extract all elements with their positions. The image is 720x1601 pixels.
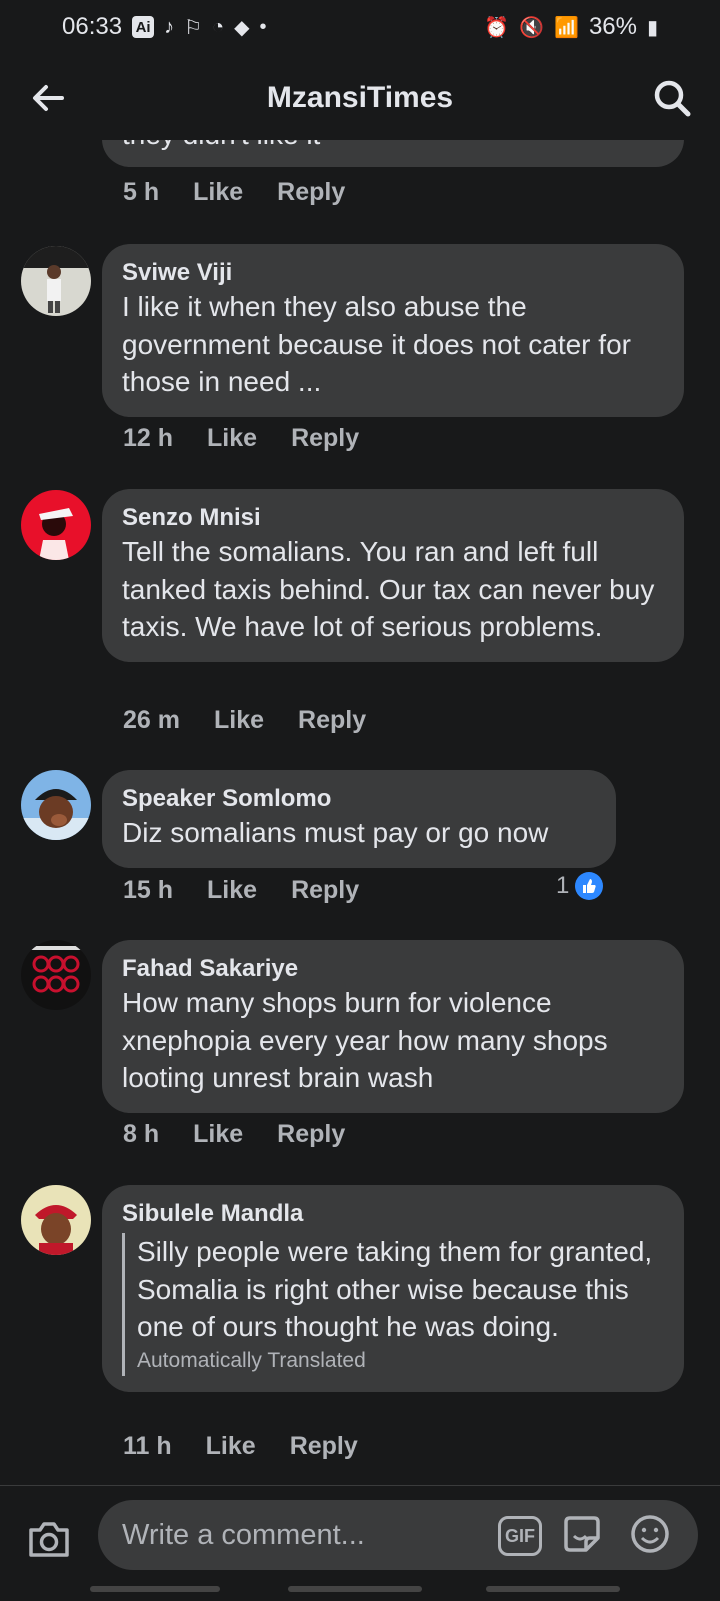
avatar[interactable] xyxy=(21,770,91,840)
comment-text: How many shops burn for violence xnephop… xyxy=(122,987,608,1093)
like-button[interactable]: Like xyxy=(193,178,243,207)
app-bar: MzansiTimes xyxy=(0,56,720,140)
comment-actions: 12 h Like Reply xyxy=(123,424,359,453)
status-bar: 06:33 Ai ♪ ⚐ ◔ ◆ • ⏰ 🔇 📶 36% ▮ xyxy=(0,0,720,54)
emoji-icon[interactable] xyxy=(628,1512,672,1556)
alarm-icon: ⏰ xyxy=(484,16,510,39)
reply-button[interactable]: Reply xyxy=(291,424,359,453)
comment-actions: 11 h Like Reply xyxy=(123,1432,358,1461)
comment-author[interactable]: Sibulele Mandla xyxy=(122,1199,664,1229)
comment-composer: GIF xyxy=(0,1485,720,1601)
like-button[interactable]: Like xyxy=(206,1432,256,1461)
page-title: MzansiTimes xyxy=(266,81,454,114)
comment-author[interactable]: Speaker Somlomo xyxy=(122,784,596,814)
messenger-icon: ◔ xyxy=(212,15,225,38)
comment-bubble[interactable]: Fahad Sakariye How many shops burn for v… xyxy=(102,940,684,1113)
tiktok-icon: ♪ xyxy=(164,15,175,38)
nav-bar-segment xyxy=(288,1586,422,1592)
wifi-icon: 📶 xyxy=(554,16,579,39)
reply-button[interactable]: Reply xyxy=(290,1432,358,1461)
camera-icon[interactable] xyxy=(26,1516,72,1562)
reaction-count: 1 xyxy=(556,872,570,899)
like-button[interactable]: Like xyxy=(193,1120,243,1149)
comment-actions: 8 h Like Reply xyxy=(123,1120,345,1149)
comment-author[interactable]: Fahad Sakariye xyxy=(122,954,664,984)
comment-time: 26 m xyxy=(123,706,180,734)
comment-text: they didn't like it xyxy=(122,140,664,154)
like-button[interactable]: Like xyxy=(214,706,264,735)
comment-time: 5 h xyxy=(123,178,160,206)
like-button[interactable]: Like xyxy=(207,424,257,453)
comment-time: 11 h xyxy=(123,1432,172,1460)
comment-time: 15 h xyxy=(123,876,174,904)
nav-bar-segment xyxy=(90,1586,220,1592)
avatar[interactable] xyxy=(21,490,91,560)
avatar[interactable] xyxy=(21,940,91,1010)
comment-actions: 26 m Like Reply xyxy=(123,706,366,735)
avatar[interactable] xyxy=(21,246,91,316)
comment-input[interactable] xyxy=(120,1517,484,1553)
app-notification-icon: ◆ xyxy=(234,16,250,39)
nav-bar-segment xyxy=(486,1586,620,1592)
mute-icon: 🔇 xyxy=(519,16,545,39)
comment-actions: 15 h Like Reply xyxy=(123,876,359,905)
battery-level: 36% xyxy=(588,13,637,40)
ai-app-icon: Ai xyxy=(132,16,155,38)
reaction-summary[interactable]: 1 xyxy=(556,872,604,900)
comment-input-box[interactable]: GIF xyxy=(98,1500,698,1570)
reply-button[interactable]: Reply xyxy=(277,1120,345,1149)
comment-time: 8 h xyxy=(123,1120,160,1148)
reply-button[interactable]: Reply xyxy=(277,178,345,207)
like-button[interactable]: Like xyxy=(207,876,257,905)
reply-button[interactable]: Reply xyxy=(298,706,366,735)
battery-icon: ▮ xyxy=(646,16,658,39)
gif-button[interactable]: GIF xyxy=(498,1516,542,1556)
comment-author[interactable]: Senzo Mnisi xyxy=(122,503,664,533)
comment-actions: 5 h Like Reply xyxy=(123,178,345,207)
sticker-icon[interactable] xyxy=(560,1512,604,1556)
comment-time: 12 h xyxy=(123,424,174,452)
thumbs-up-icon xyxy=(575,872,604,900)
comment-bubble[interactable]: Senzo Mnisi Tell the somalians. You ran … xyxy=(102,489,684,662)
status-time: 06:33 xyxy=(62,13,123,40)
comment-text: Tell the somalians. You ran and left ful… xyxy=(122,536,655,642)
comment-bubble[interactable]: Sibulele Mandla Silly people were taking… xyxy=(102,1185,684,1392)
search-icon[interactable] xyxy=(650,76,694,120)
back-arrow-icon[interactable] xyxy=(26,76,70,120)
reply-button[interactable]: Reply xyxy=(291,876,359,905)
comment-bubble[interactable]: Speaker Somlomo Diz somalians must pay o… xyxy=(102,770,616,868)
translated-block: Silly people were taking them for grante… xyxy=(122,1233,664,1376)
comment-text: I like it when they also abuse the gover… xyxy=(122,291,631,397)
comment-text: Silly people were taking them for grante… xyxy=(137,1236,653,1342)
comment-text: Diz somalians must pay or go now xyxy=(122,817,549,848)
comment-bubble[interactable]: Sviwe Viji I like it when they also abus… xyxy=(102,244,684,417)
avatar[interactable] xyxy=(21,1185,91,1255)
translation-note[interactable]: Automatically Translated xyxy=(137,1346,664,1376)
comments-list: they didn't like it 5 h Like Reply Sviwe… xyxy=(0,140,720,1485)
notification-icon: ⚐ xyxy=(184,16,202,39)
comment-bubble[interactable]: they didn't like it xyxy=(102,140,684,167)
comment-author[interactable]: Sviwe Viji xyxy=(122,258,664,288)
more-notifications-dot-icon: • xyxy=(259,15,267,38)
